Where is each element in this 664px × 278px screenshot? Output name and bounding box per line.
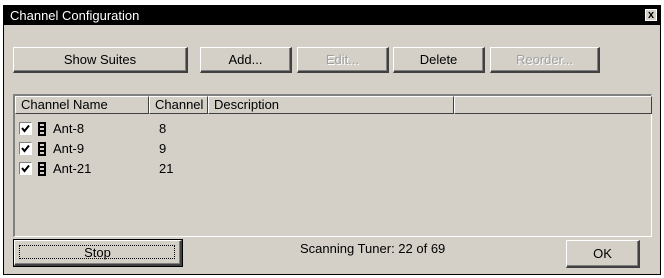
channel-configuration-dialog: Channel Configuration x Show Suites Add.… [3,5,661,275]
channel-checkbox[interactable] [19,142,32,155]
ok-button[interactable]: OK [566,240,640,268]
scan-status-text: Scanning Tuner: 22 of 69 [300,241,446,256]
focus-rectangle [19,245,175,259]
show-suites-button[interactable]: Show Suites [13,47,188,73]
channel-checkbox[interactable] [19,162,32,175]
reorder-button[interactable]: Reorder... [490,47,600,73]
antenna-channel-icon [38,142,46,156]
window-title: Channel Configuration [10,8,140,23]
channel-name-cell: Ant-9 [53,141,85,156]
list-item[interactable]: Ant-8 8 [19,119,639,139]
stop-button[interactable]: Stop [13,239,183,267]
antenna-channel-icon [38,122,46,136]
checkmark-icon [21,124,30,133]
channel-list[interactable]: Channel Name Channel Description Ant-8 8… [13,94,652,237]
close-button[interactable]: x [645,9,657,21]
delete-label: Delete [419,52,458,67]
list-item[interactable]: Ant-9 9 [19,139,639,159]
add-label: Add... [228,52,263,67]
column-header-extra[interactable] [454,96,652,114]
list-item[interactable]: Ant-21 21 [19,159,639,179]
checkmark-icon [21,144,30,153]
channel-number-cell: 8 [159,121,167,136]
channel-number-cell: 21 [159,161,174,176]
title-bar: Channel Configuration x [4,6,660,25]
edit-button[interactable]: Edit... [297,47,389,73]
checkmark-icon [21,164,30,173]
column-header-channel-name[interactable]: Channel Name [15,96,149,114]
channel-number-cell: 9 [159,141,167,156]
column-header-channel[interactable]: Channel [149,96,208,114]
antenna-channel-icon [38,162,46,176]
channel-name-cell: Ant-21 [53,161,92,176]
delete-button[interactable]: Delete [393,47,485,73]
add-button[interactable]: Add... [200,47,292,73]
channel-name-cell: Ant-8 [53,121,85,136]
column-header-description[interactable]: Description [208,96,454,114]
channel-checkbox[interactable] [19,122,32,135]
close-icon: x [647,9,655,21]
edit-label: Edit... [325,52,360,67]
show-suites-label: Show Suites [63,52,137,67]
reorder-label: Reorder... [515,52,574,67]
ok-label: OK [593,246,612,261]
